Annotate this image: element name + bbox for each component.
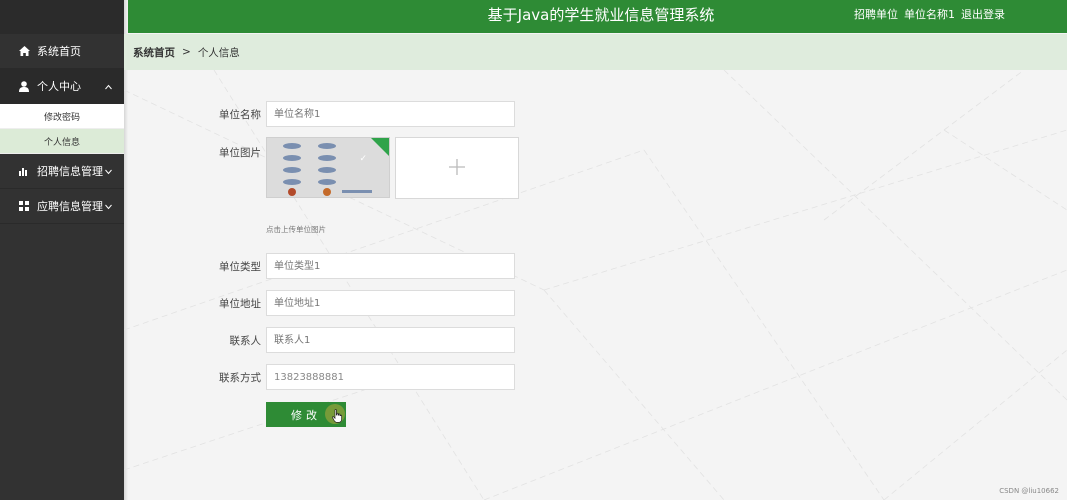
- contact-person-label: 联系人: [229, 334, 262, 347]
- breadcrumb-current: 个人信息: [197, 46, 240, 59]
- sidebar-top: [0, 0, 124, 34]
- user-role: 招聘单位: [854, 8, 898, 21]
- header-user-area: 招聘单位 单位名称1 退出登录: [854, 0, 1005, 33]
- background-pattern: [124, 70, 1067, 500]
- chevron-down-icon: [105, 165, 112, 178]
- watermark: CSDN @liu10662: [999, 487, 1059, 495]
- sidebar-item-personal-center[interactable]: 个人中心: [0, 69, 124, 104]
- contact-phone-label: 联系方式: [219, 371, 261, 384]
- upload-image-button[interactable]: [395, 137, 519, 199]
- sidebar: 系统首页 个人中心 修改密码 个人信息 招聘信息管理 应聘信息管理: [0, 0, 124, 500]
- sidebar-item-application[interactable]: 应聘信息管理: [0, 189, 124, 224]
- company-name-input[interactable]: [266, 101, 515, 127]
- grid-icon: [18, 200, 30, 212]
- company-name-label: 单位名称: [219, 108, 261, 121]
- sidebar-item-change-password[interactable]: 修改密码: [0, 104, 124, 129]
- company-image-thumbnail[interactable]: ✓: [266, 137, 390, 198]
- company-type-input[interactable]: [266, 253, 515, 279]
- company-address-input[interactable]: [266, 290, 515, 316]
- chevron-up-icon: [105, 80, 112, 93]
- sidebar-item-personal-info[interactable]: 个人信息: [0, 129, 124, 154]
- sidebar-item-home[interactable]: 系统首页: [0, 34, 124, 69]
- form-row-company-type: 单位类型: [204, 253, 515, 279]
- top-header: 基于Java的学生就业信息管理系统 招聘单位 单位名称1 退出登录: [128, 0, 1067, 33]
- plus-icon: [449, 158, 465, 178]
- sidebar-item-recruitment[interactable]: 招聘信息管理: [0, 154, 124, 189]
- selected-corner: [371, 138, 389, 156]
- sidebar-item-label: 招聘信息管理: [37, 165, 103, 178]
- breadcrumb-separator: >: [182, 46, 191, 58]
- bar-chart-icon: [18, 165, 30, 177]
- home-icon: [18, 45, 30, 57]
- main-content: 单位名称 单位图片 ✓ 点击上传单位图片: [124, 70, 1067, 500]
- user-icon: [18, 80, 30, 92]
- chevron-down-icon: [105, 200, 112, 213]
- upload-hint: 点击上传单位图片: [266, 225, 326, 234]
- breadcrumb: 系统首页 > 个人信息: [124, 34, 1067, 70]
- user-name: 单位名称1: [904, 8, 955, 21]
- form-row-contact-phone: 联系方式: [204, 364, 515, 390]
- image-upload-area: ✓: [266, 137, 519, 199]
- sidebar-item-label: 个人中心: [37, 80, 81, 93]
- sidebar-item-label: 系统首页: [37, 45, 81, 58]
- check-icon: ✓: [359, 154, 367, 164]
- hand-cursor-icon: [332, 409, 343, 426]
- contact-phone-input[interactable]: [266, 364, 515, 390]
- company-type-label: 单位类型: [219, 260, 261, 273]
- breadcrumb-home[interactable]: 系统首页: [133, 45, 175, 60]
- company-image-label: 单位图片: [219, 147, 261, 159]
- form-row-company-address: 单位地址: [204, 290, 515, 316]
- form-row-company-name: 单位名称: [204, 101, 515, 127]
- submenu-personal-center: 修改密码 个人信息: [0, 104, 124, 154]
- form-row-contact-person: 联系人: [204, 327, 515, 353]
- logout-link[interactable]: 退出登录: [961, 0, 1005, 33]
- sidebar-item-label: 应聘信息管理: [37, 200, 103, 213]
- company-address-label: 单位地址: [219, 297, 261, 310]
- contact-person-input[interactable]: [266, 327, 515, 353]
